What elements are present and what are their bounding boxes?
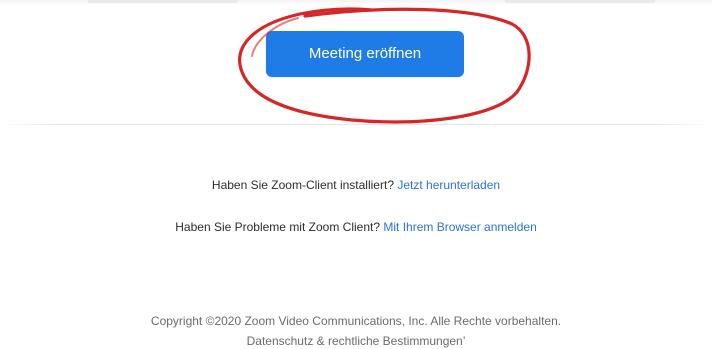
- top-cutoff-right: [505, 0, 655, 3]
- browser-login-link[interactable]: Mit Ihrem Browser anmelden: [383, 220, 536, 234]
- copyright-label: Copyright ©2020 Zoom Video Communication…: [150, 314, 562, 328]
- problem-question: Haben Sie Probleme mit Zoom Client?: [175, 220, 381, 234]
- top-cutoff-left: [88, 0, 238, 3]
- privacy-legal-link[interactable]: Datenschutz & rechtliche Bestimmungen’: [247, 334, 466, 348]
- problem-help-line: Haben Sie Probleme mit Zoom Client? Mit …: [0, 220, 712, 234]
- launch-meeting-button[interactable]: Meeting eröffnen: [266, 31, 464, 77]
- download-link[interactable]: Jetzt herunterladen: [397, 178, 500, 192]
- copyright-text: Copyright ©2020 Zoom Video Communication…: [0, 314, 712, 328]
- legal-line: Datenschutz & rechtliche Bestimmungen’: [0, 334, 712, 348]
- install-help-line: Haben Sie Zoom-Client installiert? Jetzt…: [0, 178, 712, 192]
- install-question: Haben Sie Zoom-Client installiert?: [211, 178, 394, 192]
- section-divider: [0, 124, 712, 125]
